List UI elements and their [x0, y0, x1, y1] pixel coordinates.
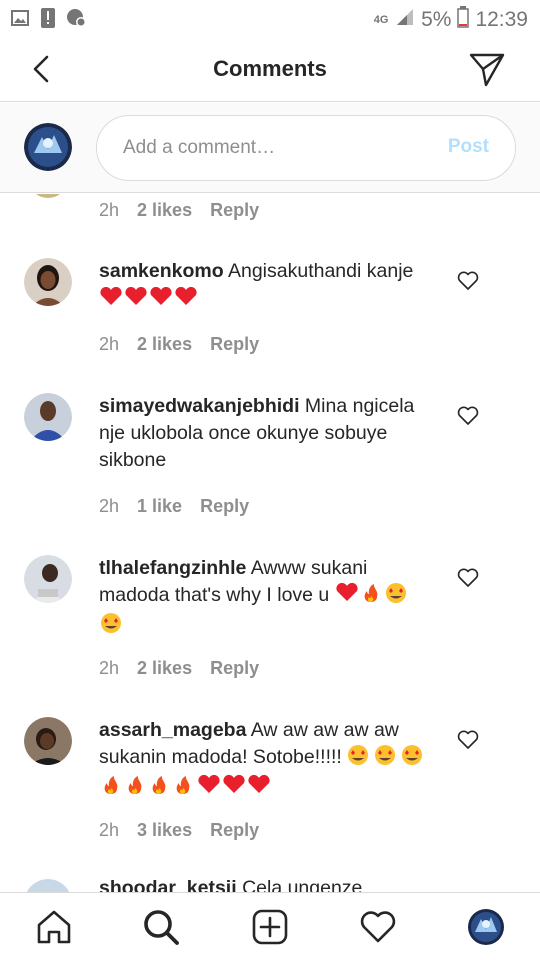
- reply-button[interactable]: Reply: [210, 334, 259, 355]
- comment-time: 2h: [99, 200, 120, 220]
- likes-count[interactable]: 2 likes: [137, 200, 192, 221]
- search-icon[interactable]: [141, 907, 181, 947]
- comment-username[interactable]: tlhalefangzinhle: [99, 557, 246, 579]
- comment-username[interactable]: shoodar_ketsii: [99, 877, 237, 892]
- post-button[interactable]: Post: [448, 136, 489, 158]
- avatar[interactable]: [24, 879, 72, 892]
- new-post-icon[interactable]: [250, 907, 290, 947]
- comment-body: assarh_mageba Aw aw aw aw aw sukanin mad…: [99, 717, 439, 804]
- comment-time: 2h: [99, 334, 120, 354]
- like-heart-icon[interactable]: [457, 271, 479, 291]
- avatar[interactable]: [24, 258, 72, 306]
- emoji-group: [335, 582, 407, 612]
- activity-heart-icon[interactable]: [358, 907, 398, 947]
- likes-count[interactable]: 2 likes: [137, 334, 192, 355]
- reply-button[interactable]: Reply: [200, 496, 249, 517]
- comment-username[interactable]: simayedwakanjebhidi: [99, 395, 300, 417]
- gallery-notification-icon: [10, 8, 30, 28]
- header: Comments: [0, 36, 540, 102]
- comment-composer: Add a comment… Post: [0, 103, 540, 193]
- home-icon[interactable]: [34, 907, 74, 947]
- comment-meta: 2h 2 likes Reply: [99, 334, 259, 355]
- comment-body: samkenkomo Angisakuthandi kanje: [99, 258, 439, 315]
- comment-list[interactable]: 2h 2 likes Reply samkenkomo Angisakuthan…: [0, 194, 540, 892]
- bottom-nav: [0, 892, 540, 960]
- comment-meta: 2h 2 likes Reply: [99, 658, 259, 679]
- system-status: 4G 5% 12:39: [373, 6, 528, 34]
- comment-body: tlhalefangzinhle Awww sukani madoda that…: [99, 555, 439, 642]
- likes-count[interactable]: 1 like: [137, 496, 182, 517]
- signal-icon: [395, 7, 415, 33]
- avatar: [28, 194, 68, 198]
- my-avatar: [24, 123, 72, 171]
- fire-and-heart-emoji-row: [99, 774, 275, 804]
- clock: 12:39: [475, 8, 528, 31]
- likes-count[interactable]: 3 likes: [137, 820, 192, 841]
- avatar[interactable]: [24, 555, 72, 603]
- comment-time: 2h: [99, 496, 120, 516]
- status-bar: 4G 5% 12:39: [0, 0, 540, 36]
- comment-username[interactable]: samkenkomo: [99, 260, 224, 282]
- battery-icon: [457, 6, 470, 34]
- direct-send-icon[interactable]: [468, 50, 506, 88]
- comment-meta: 2h 3 likes Reply: [99, 820, 259, 841]
- like-heart-icon[interactable]: [457, 730, 479, 750]
- sync-notification-icon: [66, 8, 86, 28]
- avatar[interactable]: [24, 393, 72, 441]
- comment-text: Angisakuthandi kanje: [227, 260, 414, 282]
- comment-body: simayedwakanjebhidi Mina ngicela nje ukl…: [99, 393, 439, 474]
- like-heart-icon[interactable]: [457, 568, 479, 588]
- profile-avatar-icon[interactable]: [466, 907, 506, 947]
- comment-username[interactable]: assarh_mageba: [99, 719, 246, 741]
- notification-icons: [10, 8, 86, 28]
- comment-input-placeholder: Add a comment…: [123, 137, 276, 158]
- like-heart-icon[interactable]: [457, 406, 479, 426]
- page-title: Comments: [213, 56, 327, 81]
- comment-time: 2h: [99, 658, 120, 678]
- comment-meta: 2h 1 like Reply: [99, 496, 249, 517]
- comment-input[interactable]: Add a comment… Post: [96, 115, 516, 181]
- likes-count[interactable]: 2 likes: [137, 658, 192, 679]
- reply-button[interactable]: Reply: [210, 200, 259, 221]
- avatar[interactable]: [24, 717, 72, 765]
- comment-text: Cela ungenze: [242, 877, 363, 892]
- network-type: 4G: [373, 13, 389, 26]
- red-heart-emoji-row: [99, 286, 199, 315]
- heart-eyes-emoji: [99, 612, 123, 642]
- alert-notification-icon: [38, 8, 58, 28]
- comment-body: shoodar_ketsii Cela ungenze: [99, 875, 439, 892]
- battery-percent: 5%: [421, 8, 452, 31]
- comment-time: 2h: [99, 820, 120, 840]
- reply-button[interactable]: Reply: [210, 820, 259, 841]
- reply-button[interactable]: Reply: [210, 658, 259, 679]
- heart-eyes-emoji-group: [347, 744, 425, 774]
- comment-meta: 2h 2 likes Reply: [99, 200, 259, 221]
